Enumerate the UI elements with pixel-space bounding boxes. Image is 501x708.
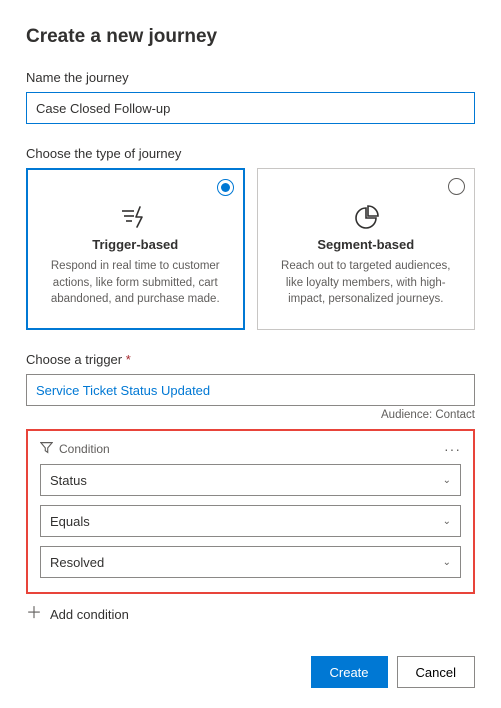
chevron-down-icon: ⌄ bbox=[443, 516, 451, 527]
more-icon[interactable]: ··· bbox=[444, 442, 461, 456]
filter-icon bbox=[40, 441, 53, 457]
trigger-select[interactable]: Service Ticket Status Updated bbox=[26, 374, 475, 406]
audience-label: Audience: Contact bbox=[26, 409, 475, 421]
add-condition-button[interactable]: ＋ Add condition bbox=[26, 606, 475, 622]
card-desc: Reach out to targeted audiences, like lo… bbox=[272, 258, 461, 308]
select-value: Resolved bbox=[50, 555, 104, 570]
cancel-button[interactable]: Cancel bbox=[397, 656, 475, 688]
add-condition-label: Add condition bbox=[50, 607, 129, 622]
option-trigger-based[interactable]: Trigger-based Respond in real time to cu… bbox=[26, 168, 245, 330]
create-button[interactable]: Create bbox=[311, 656, 388, 688]
card-title: Segment-based bbox=[272, 237, 461, 252]
card-desc: Respond in real time to customer actions… bbox=[41, 258, 230, 308]
condition-attribute-select[interactable]: Status ⌄ bbox=[40, 464, 461, 496]
card-title: Trigger-based bbox=[41, 237, 230, 252]
segment-icon bbox=[272, 205, 461, 231]
condition-title: Condition bbox=[59, 442, 110, 456]
condition-value-select[interactable]: Resolved ⌄ bbox=[40, 546, 461, 578]
option-segment-based[interactable]: Segment-based Reach out to targeted audi… bbox=[257, 168, 476, 330]
condition-panel: Condition ··· Status ⌄ Equals ⌄ Resolved… bbox=[26, 429, 475, 594]
plus-icon: ＋ bbox=[26, 606, 42, 622]
required-mark: * bbox=[126, 352, 131, 367]
trigger-field-label: Choose a trigger * bbox=[26, 352, 475, 367]
name-field-label: Name the journey bbox=[26, 70, 475, 85]
radio-selected-icon bbox=[217, 179, 234, 196]
select-value: Equals bbox=[50, 514, 90, 529]
chevron-down-icon: ⌄ bbox=[443, 557, 451, 568]
condition-operator-select[interactable]: Equals ⌄ bbox=[40, 505, 461, 537]
page-title: Create a new journey bbox=[26, 26, 475, 48]
type-section-label: Choose the type of journey bbox=[26, 146, 475, 161]
trigger-value: Service Ticket Status Updated bbox=[36, 383, 210, 398]
radio-unselected-icon bbox=[448, 178, 465, 195]
chevron-down-icon: ⌄ bbox=[443, 475, 451, 486]
trigger-icon bbox=[41, 205, 230, 231]
select-value: Status bbox=[50, 473, 87, 488]
journey-name-input[interactable] bbox=[26, 92, 475, 124]
